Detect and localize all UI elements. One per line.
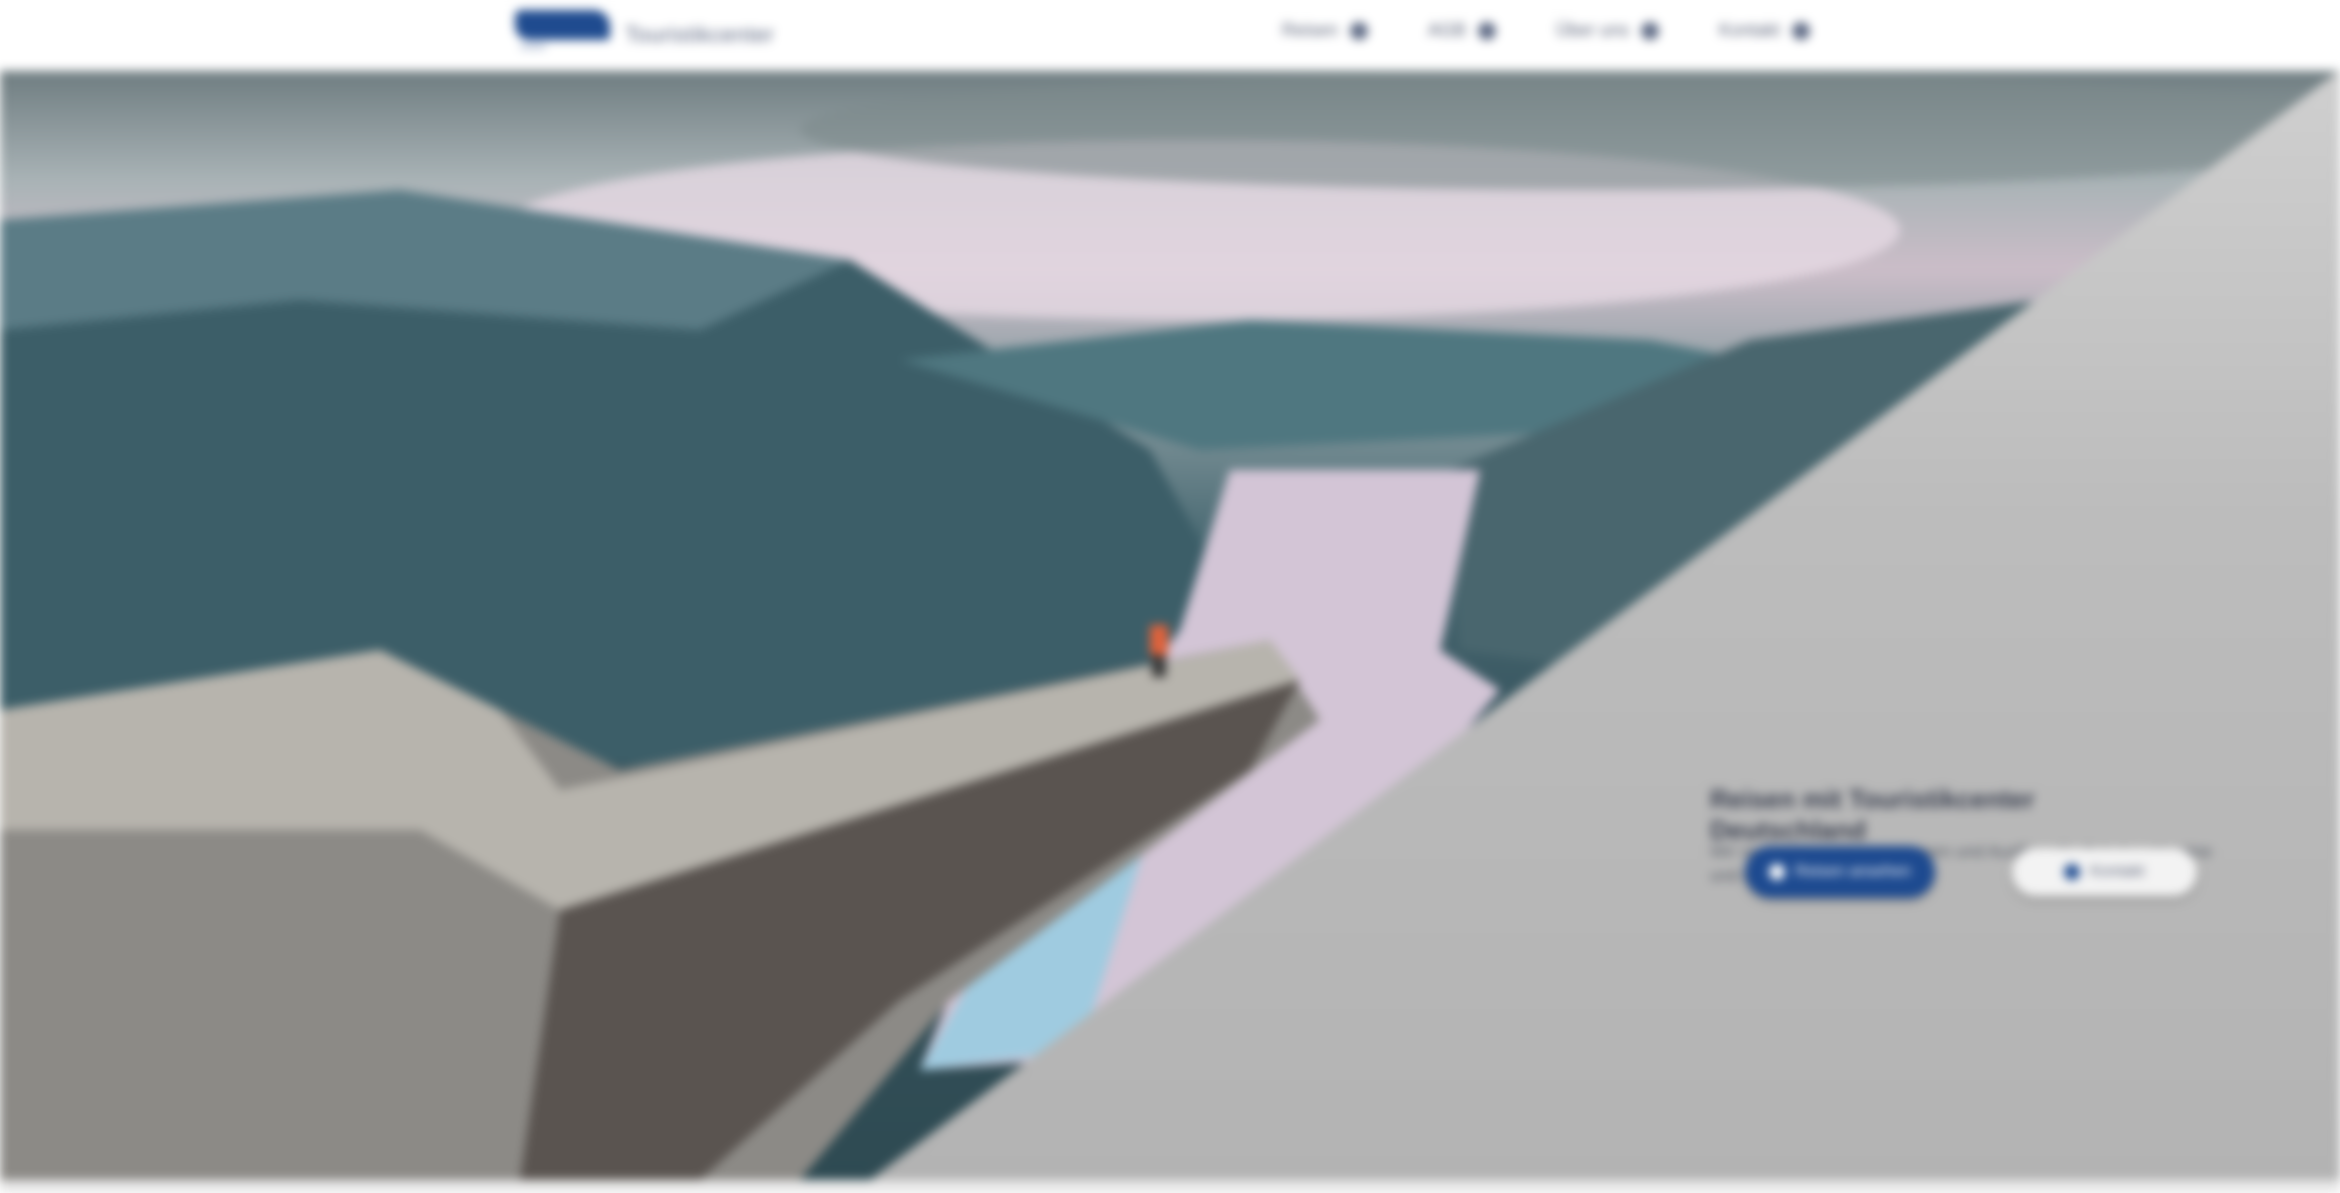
nav-item-reisen[interactable]: Reisen <box>1282 20 1368 41</box>
mail-icon <box>2064 864 2081 880</box>
document-icon <box>1477 21 1496 40</box>
nav-item-contact[interactable]: Kontakt <box>1719 20 1810 41</box>
brand-logo[interactable] <box>515 10 610 40</box>
site-header: Touristikcenter Reisen AGB Über uns Kont… <box>0 0 2340 71</box>
hero-content: Reisen mit Touristikcenter Deutschland W… <box>0 70 2340 1180</box>
brand-logo-tagline <box>520 44 546 49</box>
phone-icon <box>1792 21 1810 40</box>
brand-name[interactable]: Touristikcenter <box>625 22 774 48</box>
nav-item-label: Über uns <box>1555 20 1629 40</box>
nav-item-label: AGB <box>1427 20 1466 40</box>
hero-title: Reisen mit Touristikcenter Deutschland <box>1710 784 2035 845</box>
contact-button[interactable]: Kontakt <box>2012 848 2197 896</box>
main-nav: Reisen AGB Über uns Kontakt <box>1282 20 1810 41</box>
page-bottom-edge <box>0 1180 2340 1193</box>
nav-item-agb[interactable]: AGB <box>1428 20 1496 41</box>
airplane-icon <box>1349 21 1368 40</box>
info-icon <box>1640 21 1659 40</box>
contact-button-label: Kontakt <box>2090 863 2145 880</box>
nav-item-about[interactable]: Über uns <box>1556 20 1659 41</box>
view-trips-button[interactable]: Reisen ansehen <box>1745 846 1935 898</box>
arrow-right-icon <box>1769 864 1786 880</box>
nav-item-label: Reisen <box>1281 20 1338 40</box>
view-trips-button-label: Reisen ansehen <box>1795 863 1911 880</box>
nav-item-label: Kontakt <box>1718 20 1780 40</box>
